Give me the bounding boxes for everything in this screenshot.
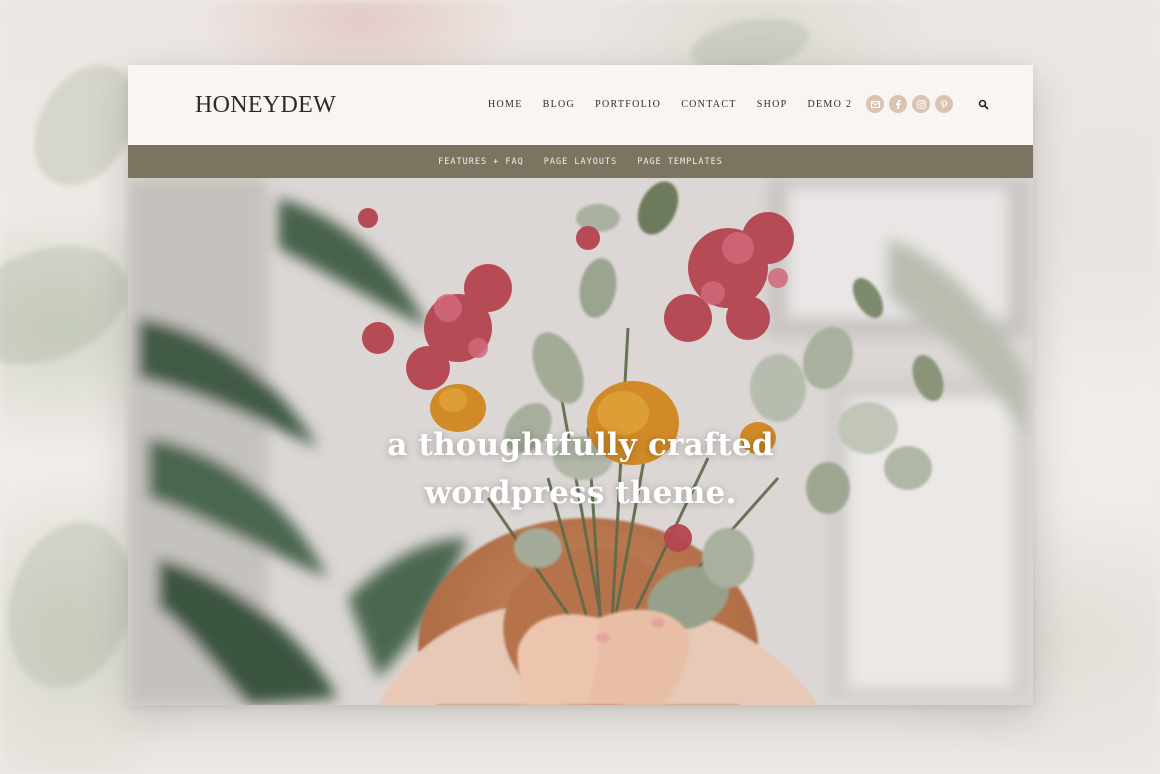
nav-home[interactable]: HOME [488,98,523,112]
hero-headline: a thoughtfully crafted wordpress theme. [128,421,1033,517]
email-icon[interactable] [866,95,884,113]
pinterest-icon[interactable] [935,95,953,113]
nav-contact[interactable]: CONTACT [681,98,737,112]
hero-section: a thoughtfully crafted wordpress theme. [128,178,1033,705]
facebook-icon[interactable] [889,95,907,113]
secondary-navigation: FEATURES + FAQ PAGE LAYOUTS PAGE TEMPLAT… [128,145,1033,178]
subnav-page-templates[interactable]: PAGE TEMPLATES [637,157,723,167]
search-icon[interactable] [977,98,991,112]
main-navigation: HOME BLOG PORTFOLIO CONTACT SHOP DEMO 2 [488,98,872,112]
instagram-icon[interactable] [912,95,930,113]
nav-demo-2[interactable]: DEMO 2 [808,98,853,112]
website-preview: HONEYDEW HOME BLOG PORTFOLIO CONTACT SHO… [128,65,1033,705]
social-links [866,95,958,113]
hero-headline-line-2: wordpress theme. [424,474,737,511]
site-header: HONEYDEW HOME BLOG PORTFOLIO CONTACT SHO… [128,65,1033,145]
site-logo[interactable]: HONEYDEW [195,91,336,119]
subnav-page-layouts[interactable]: PAGE LAYOUTS [544,157,617,167]
nav-blog[interactable]: BLOG [543,98,575,112]
hero-headline-line-1: a thoughtfully crafted [387,426,774,463]
subnav-features-faq[interactable]: FEATURES + FAQ [438,157,524,167]
nav-portfolio[interactable]: PORTFOLIO [595,98,661,112]
nav-shop[interactable]: SHOP [757,98,788,112]
